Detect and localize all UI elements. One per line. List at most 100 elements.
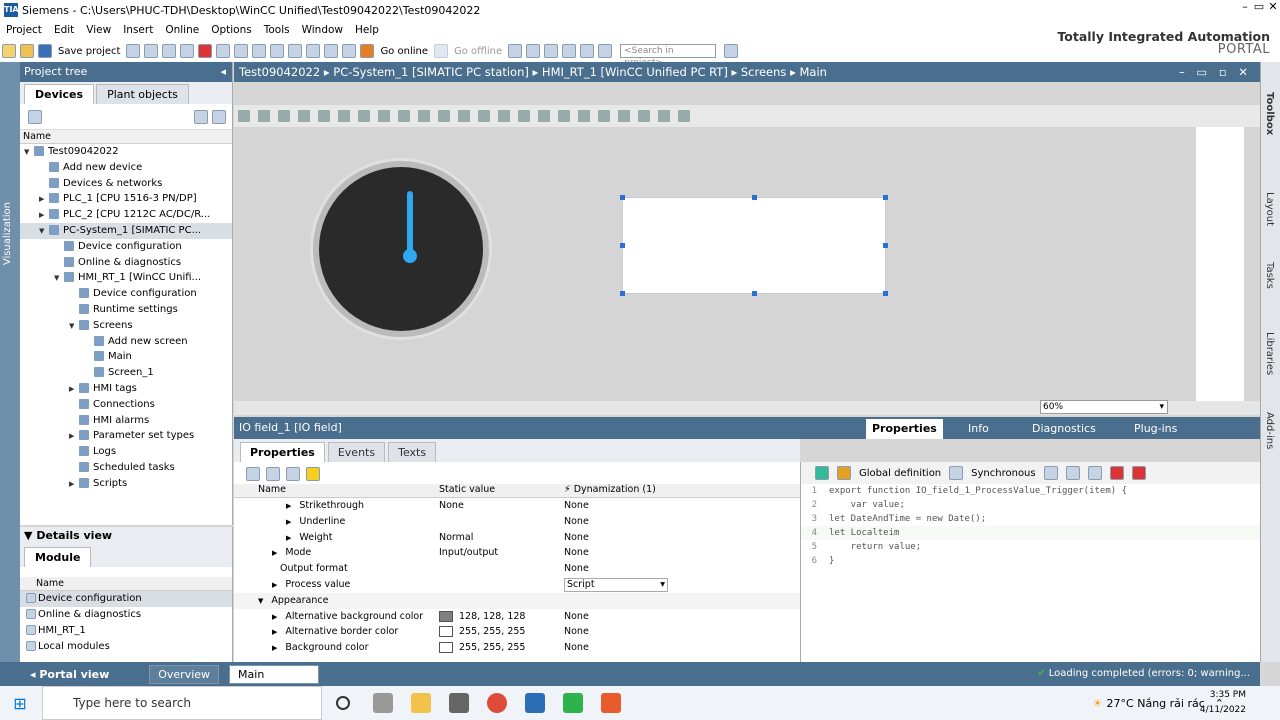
- same-size-icon[interactable]: [518, 110, 530, 122]
- expand-arrow-icon[interactable]: ▼: [24, 145, 34, 161]
- color-swatch[interactable]: [439, 610, 453, 622]
- undo-icon[interactable]: [216, 44, 231, 58]
- new-project-icon[interactable]: [2, 44, 16, 58]
- property-static-value[interactable]: 255, 255, 255: [439, 640, 525, 656]
- compile-icon[interactable]: [252, 44, 267, 58]
- green-app-icon[interactable]: [563, 693, 583, 713]
- color-swatch[interactable]: [439, 642, 453, 654]
- property-row[interactable]: ▶ Strikethrough None None: [234, 498, 800, 514]
- property-dynamization[interactable]: Script ▾: [564, 577, 668, 592]
- align-center-icon[interactable]: [338, 110, 350, 122]
- backward-icon[interactable]: [638, 110, 650, 122]
- expand-arrow-icon[interactable]: ▶: [272, 628, 277, 636]
- menu-view[interactable]: View: [80, 24, 117, 36]
- go-offline-button[interactable]: Go offline: [454, 46, 502, 57]
- ungroup-icon[interactable]: [558, 110, 570, 122]
- align-right-icon[interactable]: [358, 110, 370, 122]
- minimize-button[interactable]: –: [1238, 0, 1252, 13]
- property-row[interactable]: ▶ Mode Input/output None: [234, 545, 800, 561]
- tab-texts[interactable]: Texts: [388, 442, 437, 462]
- resize-handle[interactable]: [752, 291, 757, 296]
- script-run-icon[interactable]: [815, 466, 829, 480]
- list-view-icon[interactable]: [286, 467, 300, 481]
- stop-runtime-icon[interactable]: [342, 44, 357, 58]
- align-left-icon[interactable]: [318, 110, 330, 122]
- chrome-icon[interactable]: [487, 693, 507, 713]
- go-online-icon[interactable]: [360, 44, 375, 58]
- expand-arrow-icon[interactable]: ▶: [272, 613, 277, 621]
- property-static-value[interactable]: Input/output: [439, 545, 498, 561]
- rotate-tool-icon[interactable]: [258, 110, 270, 122]
- print-icon[interactable]: [126, 44, 141, 58]
- tab-inspector-info[interactable]: Info: [962, 419, 995, 439]
- expand-arrow-icon[interactable]: ▶: [272, 549, 277, 557]
- paste-icon[interactable]: [180, 44, 195, 58]
- property-dynamization[interactable]: None: [564, 498, 589, 514]
- resize-handle[interactable]: [752, 195, 757, 200]
- expand-arrow-icon[interactable]: ▶: [39, 192, 49, 208]
- property-row[interactable]: ▼ Appearance: [234, 592, 800, 609]
- bring-front-icon[interactable]: [578, 110, 590, 122]
- tree-item[interactable]: Online & diagnostics: [20, 255, 232, 271]
- sort-icon[interactable]: [246, 467, 260, 481]
- menu-tools[interactable]: Tools: [258, 24, 296, 36]
- property-static-value[interactable]: Normal: [439, 530, 473, 546]
- property-row[interactable]: ▶ Underline None: [234, 514, 800, 530]
- property-dynamization[interactable]: None: [564, 530, 589, 546]
- collapse-panel-icon[interactable]: ◂: [220, 62, 226, 82]
- resize-handle[interactable]: [883, 243, 888, 248]
- menu-options[interactable]: Options: [205, 24, 258, 36]
- details-item[interactable]: HMI_RT_1: [20, 623, 232, 639]
- delete-icon[interactable]: [198, 44, 213, 58]
- menu-help[interactable]: Help: [349, 24, 385, 36]
- accessible-devices-icon[interactable]: [508, 44, 523, 58]
- project-search-input[interactable]: <Search in project>: [620, 44, 717, 68]
- tree-item[interactable]: ▶ Scripts: [20, 476, 232, 492]
- synchronous-icon[interactable]: [949, 466, 964, 480]
- group-icon[interactable]: [538, 110, 550, 122]
- property-static-value[interactable]: None: [439, 498, 464, 514]
- tab-layout[interactable]: Layout: [1264, 192, 1275, 226]
- tag-icon[interactable]: [1087, 466, 1102, 480]
- task-view-icon[interactable]: [373, 693, 393, 713]
- property-row[interactable]: ▶ Process value Script ▾: [234, 577, 800, 593]
- tree-item[interactable]: ▶ PLC_2 [CPU 1212C AC/DC/R...: [20, 207, 232, 223]
- tree-sync-icon[interactable]: [212, 110, 226, 124]
- tree-view-icon[interactable]: [194, 110, 208, 124]
- tree-item[interactable]: HMI alarms: [20, 413, 232, 429]
- main-editor-button[interactable]: Main: [229, 664, 320, 684]
- file-explorer-icon[interactable]: [411, 693, 431, 713]
- property-dynamization[interactable]: None: [564, 561, 589, 577]
- go-online-button[interactable]: Go online: [380, 46, 428, 57]
- tree-item[interactable]: Devices & networks: [20, 176, 232, 192]
- clock[interactable]: 3:35 PM 4/11/2022: [1200, 688, 1246, 718]
- tree-item[interactable]: Scheduled tasks: [20, 460, 232, 476]
- tab-inspector-plugins[interactable]: Plug-ins: [1128, 419, 1183, 439]
- property-row[interactable]: ▶ Weight Normal None: [234, 530, 800, 546]
- tree-item[interactable]: Add new device: [20, 160, 232, 176]
- same-width-icon[interactable]: [478, 110, 490, 122]
- expand-arrow-icon[interactable]: ▶: [286, 518, 291, 526]
- group-view-icon[interactable]: [266, 467, 280, 481]
- property-row[interactable]: ▶ Background color 255, 255, 255 None: [234, 640, 800, 656]
- tree-item[interactable]: ▼ Test09042022: [20, 144, 232, 160]
- tree-item[interactable]: ▶ PLC_1 [CPU 1516-3 PN/DP]: [20, 191, 232, 207]
- expand-icon[interactable]: [598, 44, 613, 58]
- tree-item[interactable]: ▼ HMI_RT_1 [WinCC Unifi...: [20, 270, 232, 286]
- code-line[interactable]: 3 let DateAndTime = new Date();: [801, 512, 1260, 526]
- split-horizontal-icon[interactable]: [562, 44, 577, 58]
- expand-arrow-icon[interactable]: ▶: [286, 534, 291, 542]
- property-static-value[interactable]: 128, 128, 128: [439, 609, 525, 625]
- start-icon[interactable]: ⊞: [6, 694, 34, 713]
- cortana-icon[interactable]: [336, 696, 350, 710]
- tree-overview-icon[interactable]: [28, 110, 42, 124]
- split-vertical-icon[interactable]: [580, 44, 595, 58]
- expand-arrow-icon[interactable]: ▶: [272, 581, 277, 589]
- cut-icon[interactable]: [144, 44, 159, 58]
- tab-libraries[interactable]: Libraries: [1264, 332, 1275, 375]
- tree-item[interactable]: Device configuration: [20, 286, 232, 302]
- resize-handle[interactable]: [883, 195, 888, 200]
- resize-handle[interactable]: [620, 291, 625, 296]
- resize-handle[interactable]: [620, 243, 625, 248]
- menu-edit[interactable]: Edit: [48, 24, 80, 36]
